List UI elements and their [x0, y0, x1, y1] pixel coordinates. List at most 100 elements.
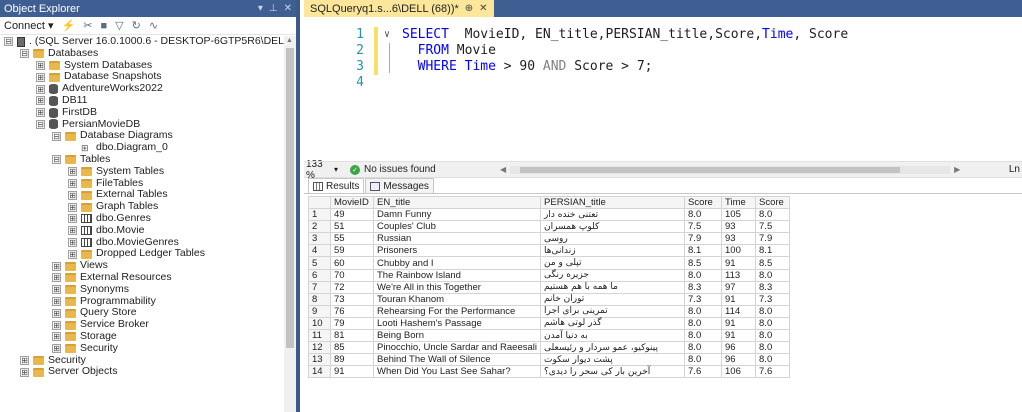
close-panel-icon[interactable]: ✕: [284, 3, 292, 14]
expand-icon[interactable]: ⊞: [52, 308, 61, 318]
table-cell[interactable]: 7.9: [684, 232, 723, 246]
activity-monitor-icon[interactable]: ∿: [149, 19, 158, 32]
table-cell[interactable]: 89: [330, 353, 374, 367]
pin-icon[interactable]: ⊥: [269, 3, 278, 14]
object-explorer-scrollbar[interactable]: ▲: [284, 36, 296, 412]
table-cell[interactable]: به دنیا آمدن: [540, 329, 686, 343]
tree-node[interactable]: ⊞ dbo.Diagram_0: [0, 141, 296, 154]
tree-node[interactable]: ⊞ Synonyms: [0, 283, 296, 296]
expand-icon[interactable]: ⊞: [36, 96, 45, 106]
column-header[interactable]: MovieID: [330, 195, 374, 210]
table-cell[interactable]: کلوپ همسران: [540, 220, 686, 234]
table-cell[interactable]: Prisoners: [372, 244, 542, 258]
table-cell[interactable]: 96: [721, 341, 757, 355]
table-row[interactable]: 11 81 Being Born به دنیا آمدن 8.0 91 8.0: [308, 329, 791, 343]
expand-icon[interactable]: ⊞: [68, 202, 77, 212]
table-cell[interactable]: 76: [330, 304, 374, 318]
refresh-icon[interactable]: ↻: [132, 19, 141, 32]
table-cell[interactable]: 8.0: [684, 208, 723, 222]
table-cell[interactable]: 8.3: [755, 280, 791, 294]
table-cell[interactable]: 7.3: [755, 292, 791, 306]
scroll-up-icon[interactable]: ▲: [286, 37, 293, 44]
row-number[interactable]: 12: [308, 341, 331, 355]
table-cell[interactable]: گذر لوتی هاشم: [540, 316, 686, 331]
table-cell[interactable]: 81: [330, 329, 374, 343]
expand-icon[interactable]: ⊞: [20, 355, 29, 365]
collapse-icon[interactable]: ⊟: [36, 119, 45, 129]
table-row[interactable]: 3 55 Russian روسی 7.9 93 7.9: [308, 232, 791, 246]
table-cell[interactable]: 105: [721, 208, 757, 222]
expand-icon[interactable]: ⊞: [52, 344, 61, 354]
table-row[interactable]: 12 85 Pinocchio, Uncle Sardar and Raeesali…: [308, 341, 791, 355]
expand-icon[interactable]: ⊞: [68, 214, 77, 224]
expand-icon[interactable]: ⊞: [36, 84, 45, 94]
grid-corner[interactable]: [308, 195, 331, 210]
stop-icon[interactable]: ■: [100, 20, 107, 32]
table-cell[interactable]: جزیره رنگی: [540, 268, 686, 282]
column-header[interactable]: Score: [684, 195, 723, 210]
row-number[interactable]: 7: [308, 280, 331, 294]
expand-icon[interactable]: ⊞: [68, 249, 77, 259]
table-cell[interactable]: 100: [721, 244, 757, 258]
tree-node[interactable]: ⊞ Storage: [0, 330, 296, 343]
fold-toggle-icon[interactable]: ∨: [384, 27, 390, 43]
table-cell[interactable]: Behind The Wall of Silence: [372, 353, 542, 367]
table-cell[interactable]: 8.0: [755, 304, 791, 318]
tree-node[interactable]: ⊞ AdventureWorks2022: [0, 82, 296, 95]
table-cell[interactable]: 8.0: [684, 353, 723, 367]
row-number[interactable]: 9: [308, 304, 331, 318]
expand-icon[interactable]: ⊞: [52, 261, 61, 271]
table-row[interactable]: 6 70 The Rainbow Island جزیره رنگی 8.0 113 8.0: [308, 268, 791, 282]
collapse-icon[interactable]: ⊟: [20, 49, 29, 59]
tree-node[interactable]: ⊟ Databases: [0, 47, 296, 60]
table-cell[interactable]: 51: [330, 220, 374, 234]
disconnect-icon[interactable]: ✂: [83, 19, 92, 32]
expand-icon[interactable]: ⊞: [68, 190, 77, 200]
column-header[interactable]: Score: [755, 195, 791, 210]
table-cell[interactable]: The Rainbow Island: [372, 268, 542, 282]
tab-results[interactable]: Results: [308, 178, 365, 193]
tree-node[interactable]: ⊞ External Resources: [0, 271, 296, 284]
table-cell[interactable]: Couples' Club: [372, 220, 542, 234]
table-cell[interactable]: 8.0: [755, 341, 791, 355]
table-cell[interactable]: تعتنی خنده دار: [540, 208, 686, 222]
expand-icon[interactable]: ⊞: [52, 273, 61, 283]
tree-node[interactable]: ⊞ dbo.Movie: [0, 224, 296, 237]
table-cell[interactable]: 7.9: [755, 232, 791, 246]
table-cell[interactable]: 93: [721, 220, 757, 234]
row-number[interactable]: 4: [308, 244, 331, 258]
expand-icon[interactable]: ⊞: [68, 178, 77, 188]
table-cell[interactable]: 49: [330, 208, 374, 222]
table-cell[interactable]: We're All in this Together: [372, 280, 542, 294]
table-cell[interactable]: 8.0: [684, 268, 723, 282]
panel-menu-icon[interactable]: ▾: [258, 3, 263, 14]
tree-node[interactable]: ⊟. (SQL Server 16.0.1000.6 - DESKTOP-6GT…: [0, 35, 296, 48]
table-cell[interactable]: روسی: [540, 232, 686, 246]
column-header[interactable]: Time: [721, 195, 757, 210]
tree-node[interactable]: ⊞ dbo.Genres: [0, 212, 296, 225]
tree-node[interactable]: ⊞ DB11: [0, 94, 296, 107]
filter-icon[interactable]: ▽: [115, 19, 123, 32]
scrollbar-thumb[interactable]: [520, 166, 901, 173]
tree-node[interactable]: ⊞ Security: [0, 354, 296, 367]
table-cell[interactable]: 113: [721, 268, 757, 282]
table-cell[interactable]: Rehearsing For the Performance: [372, 304, 542, 318]
table-row[interactable]: 5 60 Chubby and I تپلی و من 8.5 91 8.5: [308, 256, 791, 270]
expand-icon[interactable]: ⊞: [68, 167, 77, 177]
row-number[interactable]: 10: [308, 316, 331, 331]
table-cell[interactable]: پینوکیو، عمو سردار و رئیسعلی: [540, 341, 686, 355]
table-row[interactable]: 2 51 Couples' Club کلوپ همسران 7.5 93 7.5: [308, 220, 791, 234]
table-cell[interactable]: 97: [721, 280, 757, 294]
row-number[interactable]: 13: [308, 353, 331, 367]
horizontal-scrollbar[interactable]: [510, 165, 951, 174]
connect-plug-icon[interactable]: ⚡: [62, 19, 76, 32]
table-cell[interactable]: 8.0: [755, 208, 791, 222]
table-cell[interactable]: 55: [330, 232, 374, 246]
collapse-icon[interactable]: ⊟: [4, 37, 13, 47]
expand-icon[interactable]: ⊞: [52, 296, 61, 306]
expand-icon[interactable]: ⊞: [52, 285, 61, 295]
tree-node[interactable]: ⊞ Server Objects: [0, 366, 296, 378]
tree-node[interactable]: ⊞ System Tables: [0, 165, 296, 178]
table-row[interactable]: 9 76 Rehearsing For the Performance تمرینی …: [308, 304, 791, 318]
column-header[interactable]: PERSIAN_title: [540, 195, 686, 210]
